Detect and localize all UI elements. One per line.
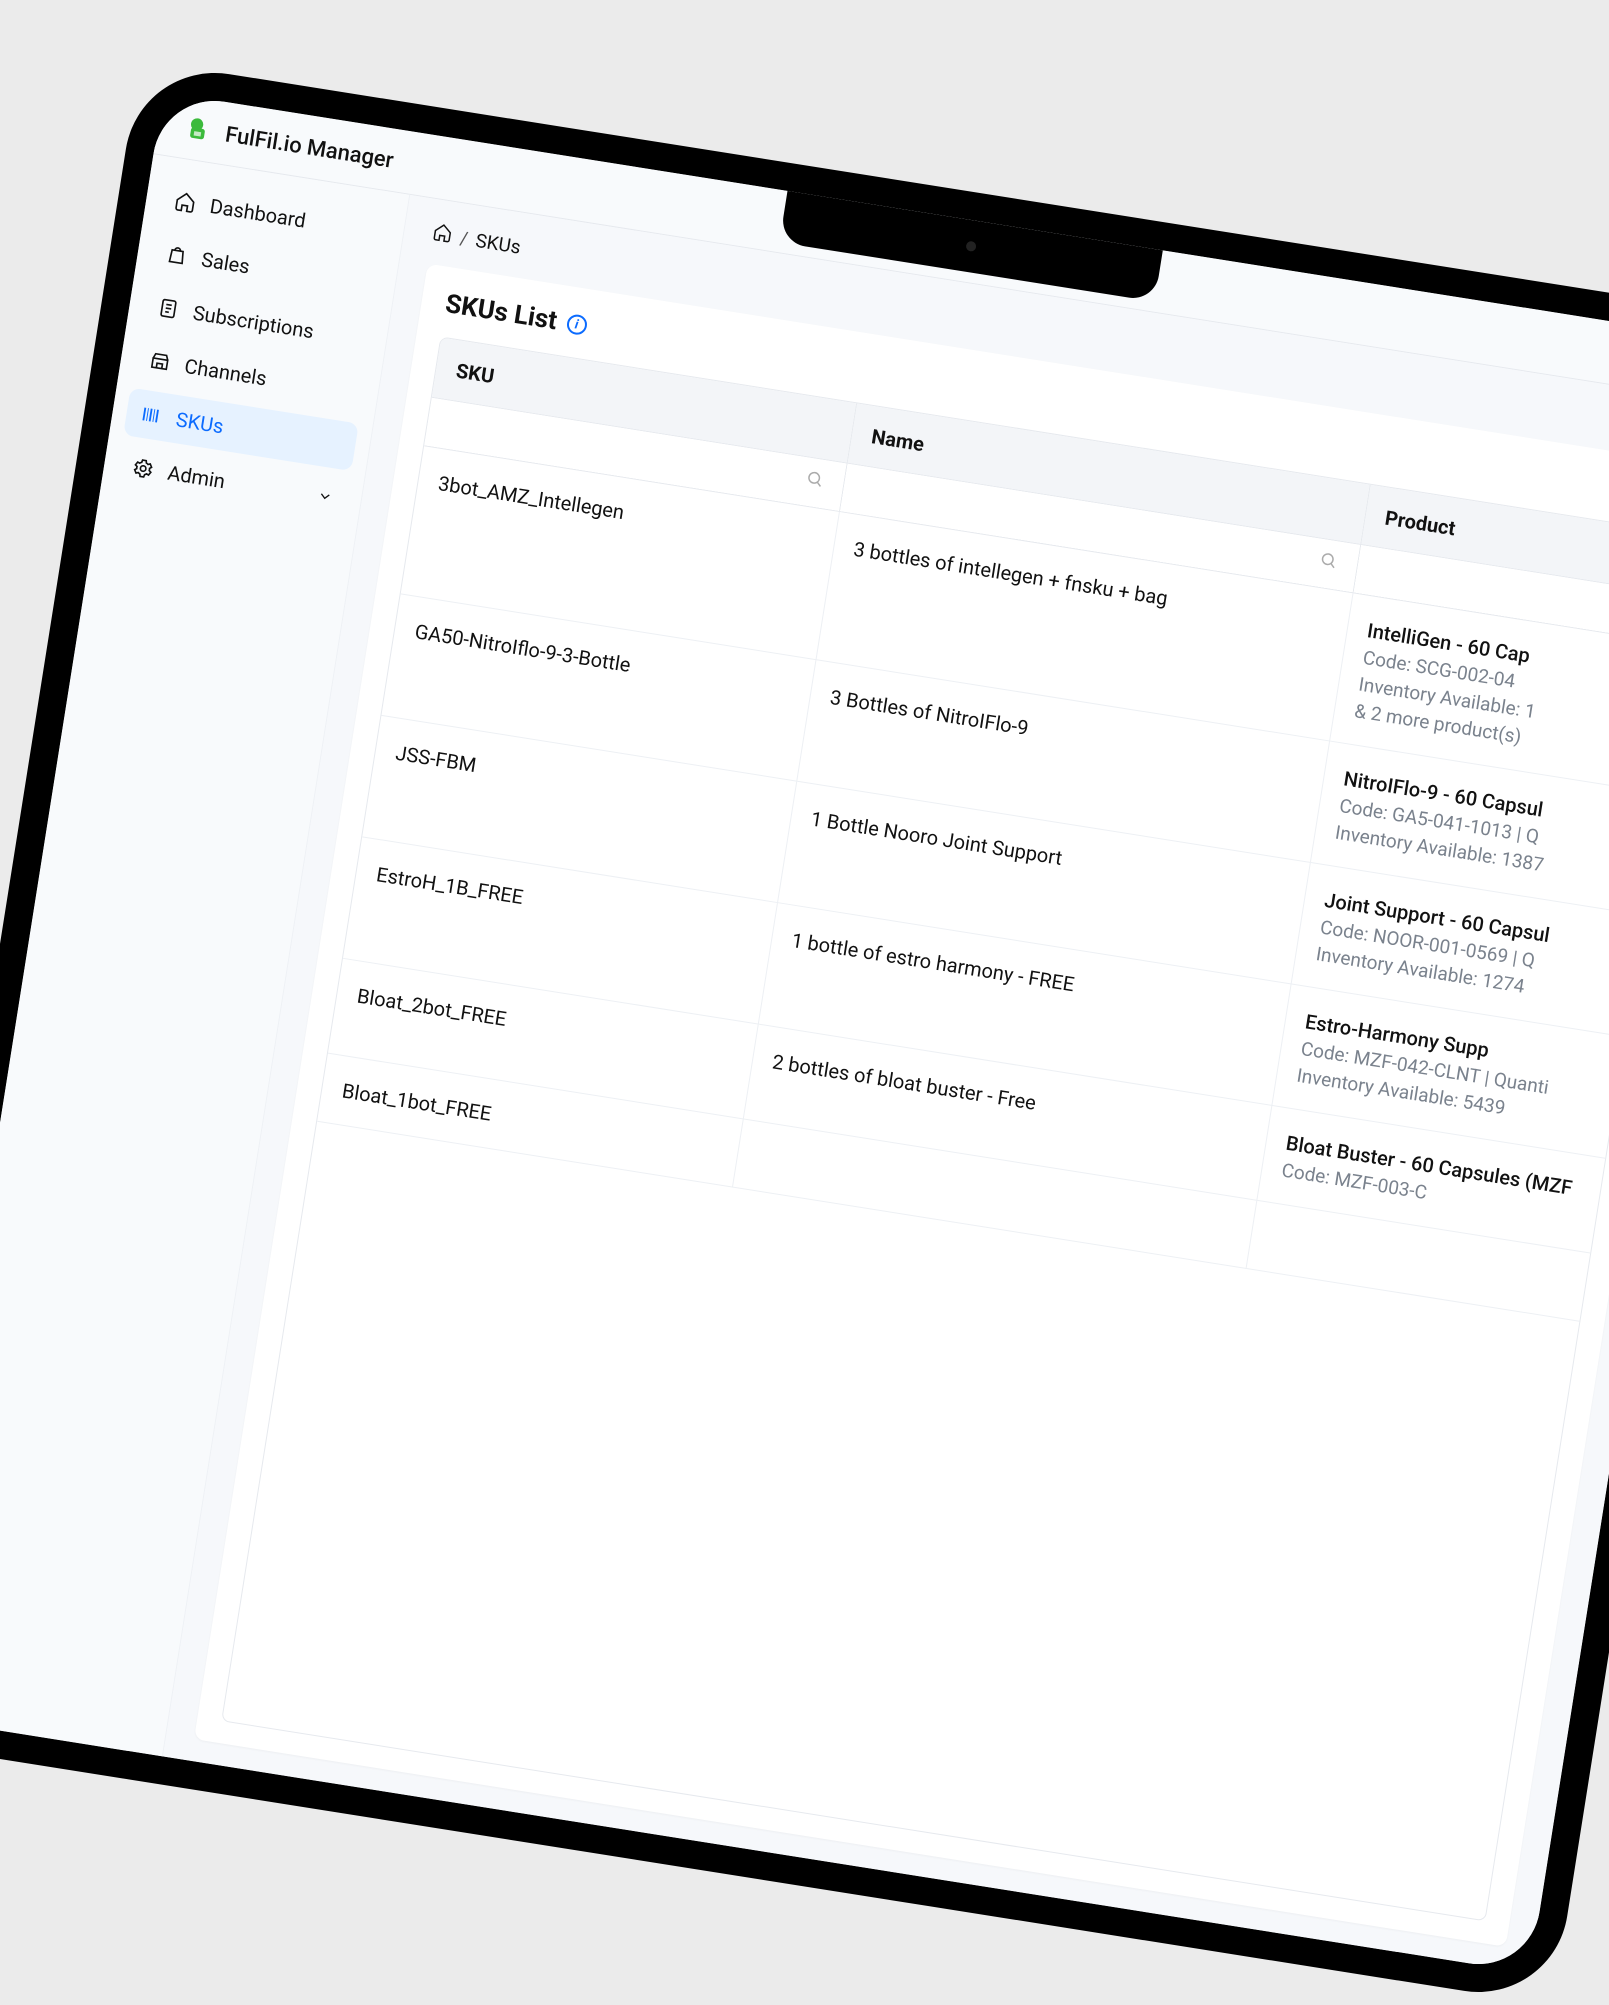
sidebar-item-label: Dashboard [208,194,307,233]
skus-table: SKU Name Product [317,338,1609,1322]
sidebar-item-label: Channels [183,354,269,391]
app-title: FulFil.io Manager [223,122,395,173]
home-icon [173,189,198,214]
barcode-icon [139,403,164,428]
sidebar-item-label: Sales [200,247,252,278]
sidebar-item-label: Subscriptions [191,301,315,344]
breadcrumb-home-icon[interactable] [431,221,455,249]
chevron-down-icon [315,484,335,510]
search-icon [804,468,825,489]
bag-icon [164,243,189,268]
receipt-icon [156,296,181,321]
page-title-text: SKUs List [443,289,559,336]
search-icon [1318,550,1339,571]
app-screen: FulFil.io Manager Dashboard [0,92,1609,1973]
store-icon [147,349,172,374]
info-icon[interactable]: i [565,313,588,336]
skus-table-wrap: SKU Name Product [221,336,1609,1921]
gear-icon [131,456,156,481]
skus-card: SKUs List i SKU Name Product [194,264,1609,1947]
app-logo-icon [184,114,216,146]
sidebar-item-label: SKUs [174,407,225,438]
main-content: / SKUs SKUs List i [163,195,1609,1973]
breadcrumb-separator: / [458,226,469,250]
breadcrumb-current: SKUs [474,229,522,259]
device-frame: FulFil.io Manager Dashboard [0,60,1609,2005]
sidebar-item-label: Admin [166,461,227,494]
